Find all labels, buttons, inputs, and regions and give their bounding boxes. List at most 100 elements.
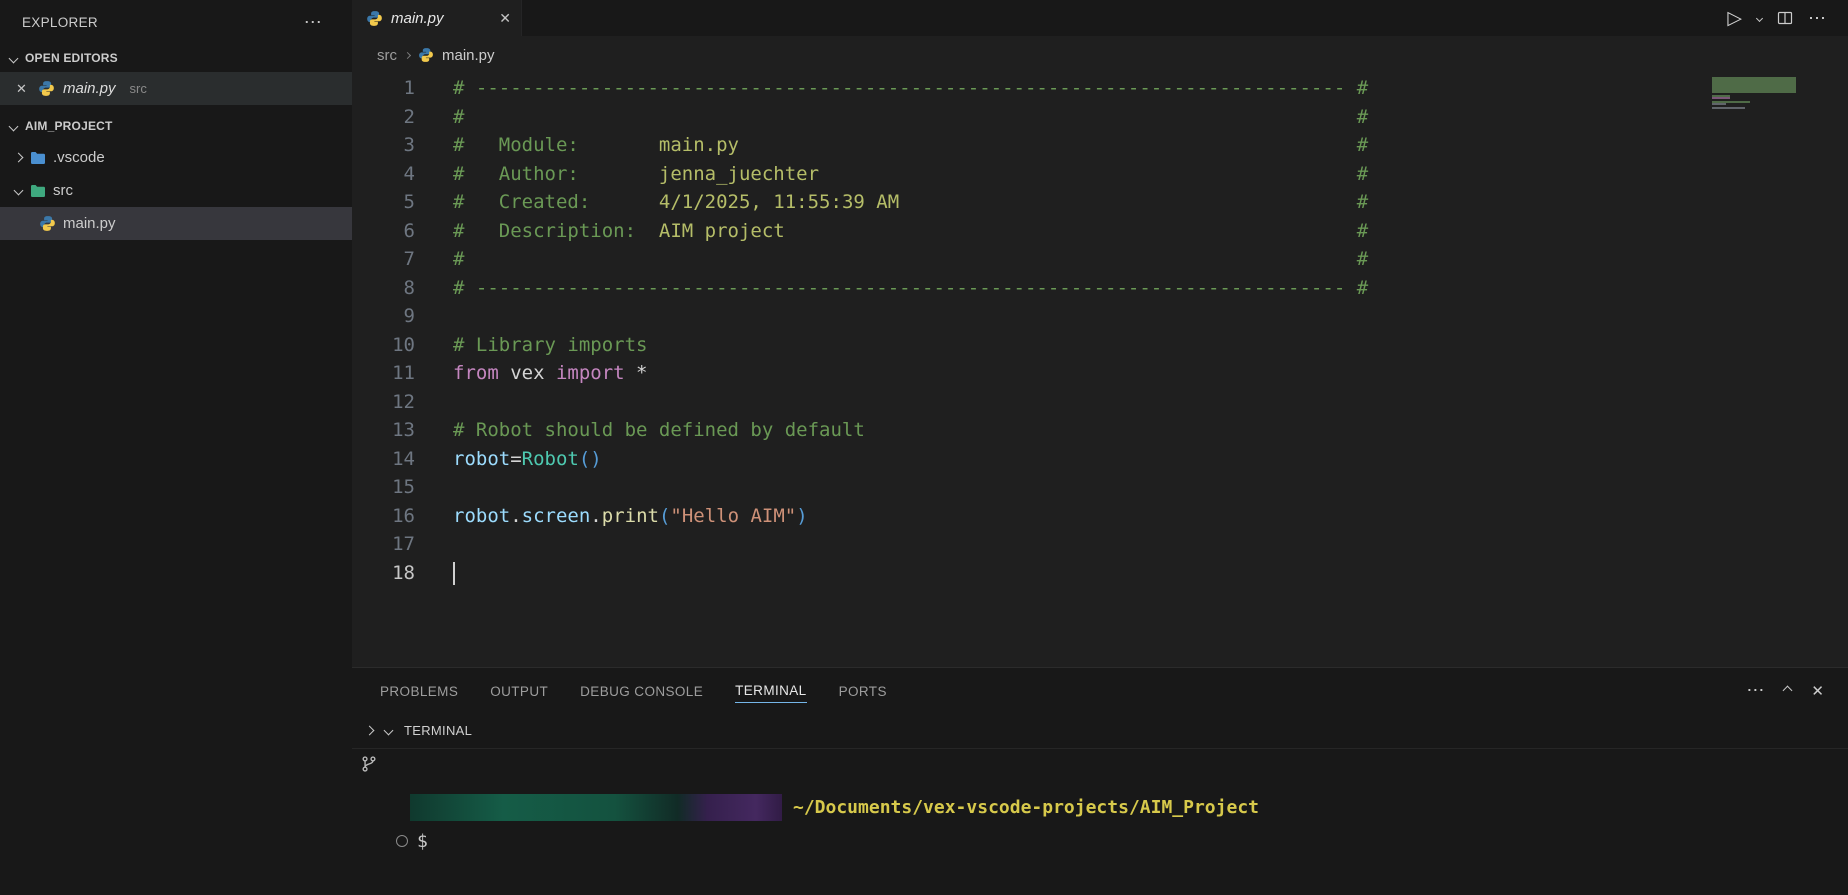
open-editors-header[interactable]: OPEN EDITORS (0, 44, 352, 72)
code-text: # Created: 4/1/2025, 11:55:39 AM # (415, 188, 1368, 217)
code-text (415, 559, 455, 588)
code-line[interactable]: 1# -------------------------------------… (352, 74, 1848, 103)
line-number: 13 (352, 416, 415, 445)
code-line[interactable]: 11from vex import * (352, 359, 1848, 388)
command-decoration-icon[interactable] (396, 835, 408, 847)
python-icon (39, 215, 56, 232)
panel-actions: ⋯ ✕ (1746, 668, 1824, 713)
close-icon[interactable]: ✕ (499, 10, 511, 27)
tree-item-src[interactable]: src (0, 174, 352, 207)
chevron-down-icon[interactable] (384, 726, 394, 736)
panel-close-icon[interactable]: ✕ (1811, 682, 1824, 700)
tab-main-py[interactable]: main.py ✕ (352, 0, 522, 36)
bottom-panel: PROBLEMS OUTPUT DEBUG CONSOLE TERMINAL PORTS… (352, 667, 1848, 895)
panel-tab-output[interactable]: OUTPUT (474, 668, 564, 713)
code-text: # --------------------------------------… (415, 274, 1368, 303)
line-number: 17 (352, 530, 415, 559)
python-icon (38, 80, 55, 97)
code-line[interactable]: 8# -------------------------------------… (352, 274, 1848, 303)
panel-tab-label: DEBUG CONSOLE (580, 679, 703, 703)
run-icon[interactable]: ▷ (1727, 9, 1742, 28)
code-line[interactable]: 9 (352, 302, 1848, 331)
run-dropdown-chevron-icon[interactable] (1756, 14, 1763, 21)
code-text: from vex import * (415, 359, 648, 388)
code-line[interactable]: 2# # (352, 103, 1848, 132)
open-editor-item[interactable]: ✕ main.py src (0, 72, 352, 105)
code-line[interactable]: 17 (352, 530, 1848, 559)
explorer-title: EXPLORER (22, 15, 98, 30)
breadcrumb-folder[interactable]: src (377, 47, 397, 64)
panel-tab-problems[interactable]: PROBLEMS (364, 668, 474, 713)
code-text: # Description: AIM project # (415, 217, 1368, 246)
chevron-down-icon (14, 186, 24, 196)
code-line[interactable]: 12 (352, 388, 1848, 417)
terminal-section-label: TERMINAL (404, 723, 472, 738)
code-text (415, 473, 453, 502)
line-number: 16 (352, 502, 415, 531)
code-line[interactable]: 16robot.screen.print("Hello AIM") (352, 502, 1848, 531)
open-editor-name: main.py (63, 80, 116, 97)
tree-item-mainpy[interactable]: main.py (0, 207, 352, 240)
code-line[interactable]: 10# Library imports (352, 331, 1848, 360)
breadcrumb-file[interactable]: main.py (442, 47, 495, 64)
code-text (415, 388, 453, 417)
line-number: 5 (352, 188, 415, 217)
code-text: # # (415, 103, 1368, 132)
line-number: 6 (352, 217, 415, 246)
main-column: main.py ✕ ▷ ⋯ src main.py (352, 0, 1848, 895)
terminal-cwd: ~/Documents/vex-vscode-projects/AIM_Proj… (793, 797, 1259, 818)
chevron-right-icon[interactable] (365, 726, 375, 736)
panel-more-icon[interactable]: ⋯ (1746, 680, 1764, 701)
panel-tab-bar: PROBLEMS OUTPUT DEBUG CONSOLE TERMINAL PORTS (352, 668, 1848, 713)
open-editor-detail: src (130, 81, 147, 96)
code-lines: 1 # -------------------------------------… (352, 74, 1848, 587)
code-line[interactable]: 5# Created: 4/1/2025, 11:55:39 AM # (352, 188, 1848, 217)
file-tree: .vscode src main.py (0, 141, 352, 240)
code-line[interactable]: 14robot=Robot() (352, 445, 1848, 474)
code-line[interactable]: 4# Author: jenna_juechter # (352, 160, 1848, 189)
close-icon[interactable]: ✕ (16, 81, 30, 97)
minimap[interactable] (1712, 77, 1798, 113)
code-line[interactable]: 7# # (352, 245, 1848, 274)
panel-tab-label: OUTPUT (490, 679, 548, 703)
project-header[interactable]: AIM_PROJECT (0, 111, 352, 141)
chevron-right-icon (404, 51, 411, 58)
line-number: 9 (352, 302, 415, 331)
terminal-section-header[interactable]: TERMINAL (352, 713, 1848, 749)
code-line[interactable]: 6# Description: AIM project # (352, 217, 1848, 246)
breadcrumb: src main.py (352, 36, 1848, 74)
panel-tab-label: TERMINAL (735, 678, 806, 703)
terminal[interactable]: ~/Documents/vex-vscode-projects/AIM_Proj… (352, 749, 1848, 895)
line-number: 11 (352, 359, 415, 388)
text-cursor (453, 562, 455, 585)
src-folder-icon (29, 182, 46, 199)
terminal-prompt-line: $ (396, 828, 1848, 854)
line-number: 10 (352, 331, 415, 360)
editor-more-icon[interactable]: ⋯ (1808, 8, 1826, 29)
branch-icon[interactable] (360, 755, 378, 777)
code-text: robot=Robot() (415, 445, 602, 474)
open-editors-label: OPEN EDITORS (25, 51, 118, 65)
vscode-folder-icon (29, 149, 46, 166)
minimap-line (1712, 111, 1798, 113)
tree-item-label: src (53, 182, 73, 199)
code-text (415, 302, 453, 331)
chevron-up-icon[interactable] (1783, 686, 1793, 696)
code-line[interactable]: 15 (352, 473, 1848, 502)
code-line[interactable]: 13# Robot should be defined by default (352, 416, 1848, 445)
tree-item-vscode[interactable]: .vscode (0, 141, 352, 174)
explorer-more-icon[interactable]: ⋯ (304, 12, 322, 33)
line-number: 1 (352, 74, 415, 103)
editor-actions: ▷ ⋯ (1727, 0, 1826, 36)
code-line[interactable]: 18 (352, 559, 1848, 588)
terminal-output-line: ~/Documents/vex-vscode-projects/AIM_Proj… (410, 793, 1848, 821)
line-number: 4 (352, 160, 415, 189)
code-line[interactable]: 3# Module: main.py # (352, 131, 1848, 160)
panel-tab-debug-console[interactable]: DEBUG CONSOLE (564, 668, 719, 713)
panel-tab-label: PORTS (839, 679, 887, 703)
panel-tab-terminal[interactable]: TERMINAL (719, 668, 822, 713)
code-editor[interactable]: 1 # -------------------------------------… (352, 74, 1848, 667)
line-number: 7 (352, 245, 415, 274)
panel-tab-ports[interactable]: PORTS (823, 668, 903, 713)
split-editor-icon[interactable] (1777, 10, 1793, 26)
